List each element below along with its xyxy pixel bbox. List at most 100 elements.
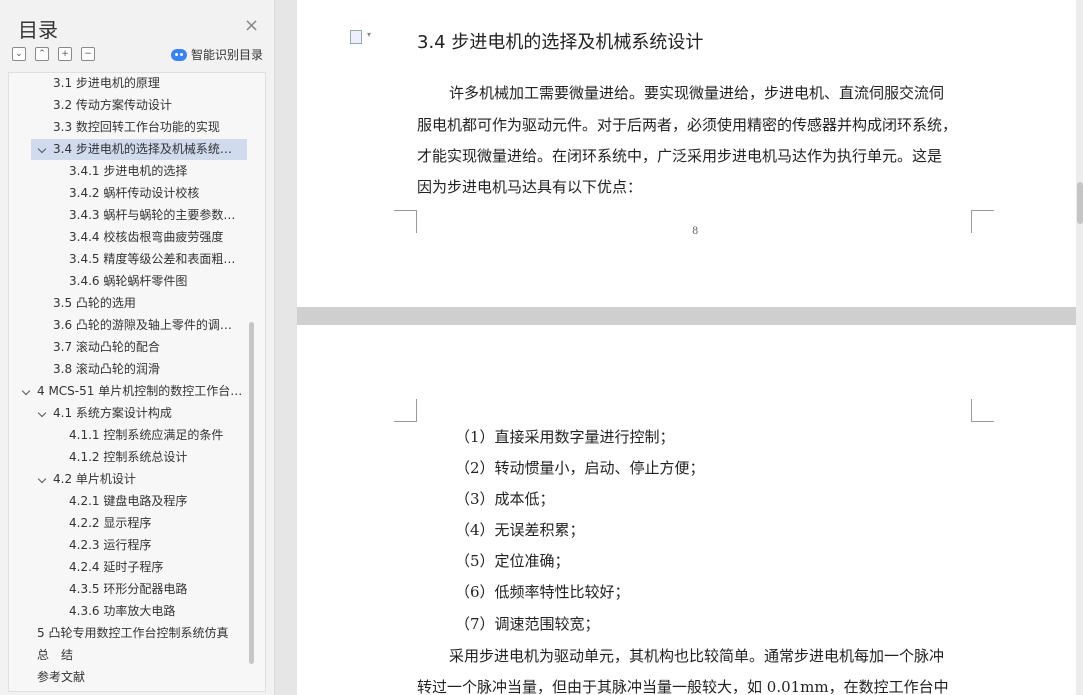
toc-item[interactable]: 总 结	[9, 645, 247, 666]
paragraph-line: 才能实现微量进给。在闭环系统中，广泛采用步进电机马达作为执行单元。这是	[417, 147, 943, 165]
page-number: 8	[692, 226, 699, 237]
paragraph-line: 因为步进电机马达具有以下优点：	[417, 178, 643, 196]
toc-item-label: 4.2 单片机设计	[53, 472, 136, 486]
toc-item[interactable]: 4.3.6 功率放大电路	[9, 601, 247, 622]
document-page: ▾ 3.4 步进电机的选择及机械系统设计 许多机械加工需要微量进给。要实现微量进…	[297, 0, 1076, 307]
toc-item-label: 4.3.6 功率放大电路	[69, 604, 176, 618]
toc-item[interactable]: 3.7 滚动凸轮的配合	[9, 337, 247, 358]
list-item: （6）低频率特性比较好；	[455, 583, 630, 601]
list-item: （5）定位准确；	[455, 552, 570, 570]
document-scrollbar[interactable]	[1076, 0, 1083, 695]
page-gap	[297, 307, 1076, 325]
toc-item-label: 3.3 数控回转工作台功能的实现	[53, 120, 220, 134]
toc-item-label: 3.2 传动方案传动设计	[53, 98, 172, 112]
toc-item-label: 4.2.2 显示程序	[69, 516, 152, 530]
toc-item-label: 3.4 步进电机的选择及机械系统设计	[53, 142, 243, 156]
toc-item[interactable]: 3.4.1 步进电机的选择	[9, 161, 247, 182]
expand-up-icon[interactable]: ⌃	[35, 47, 49, 61]
toc-item-label: 4 MCS-51 单片机控制的数控工作台设计	[37, 384, 243, 398]
toc-item[interactable]: 4.2 单片机设计	[9, 469, 247, 490]
toc-item[interactable]: 4.3.5 环形分配器电路	[9, 579, 247, 600]
chevron-down-icon[interactable]: ▾	[367, 30, 371, 39]
chevron-down-icon[interactable]	[21, 386, 31, 396]
toc-item[interactable]: 3.2 传动方案传动设计	[9, 95, 247, 116]
toc-item[interactable]: 3.6 凸轮的游隙及轴上零件的调配与安装	[9, 315, 247, 336]
toc-item[interactable]: 3.4.6 蜗轮蜗杆零件图	[9, 271, 247, 292]
toc-item[interactable]: 4.1.1 控制系统应满足的条件	[9, 425, 247, 446]
toc-item-label: 总 结	[37, 648, 74, 662]
document-page: （1）直接采用数字量进行控制； （2）转动惯量小，启动、停止方便； （3）成本低…	[297, 325, 1076, 695]
paragraph-line: 采用步进电机为驱动单元，其机构也比较简单。通常步进电机每加一个脉冲	[449, 647, 945, 665]
toc-item-label: 3.5 凸轮的选用	[53, 296, 136, 310]
smart-toc-button[interactable]: 智能识别目录	[171, 46, 263, 63]
remove-icon[interactable]: −	[81, 47, 95, 61]
toc-item-label: 3.4.6 蜗轮蜗杆零件图	[69, 274, 188, 288]
paragraph-line: 转过一个脉冲当量，但由于其脉冲当量一般较大，如 0.01mm，在数控工作台中	[417, 678, 949, 695]
list-item: （7）调速范围较宽；	[455, 615, 600, 633]
toc-item-label: 3.6 凸轮的游隙及轴上零件的调配与安装	[53, 318, 243, 332]
document-scrollbar-thumb[interactable]	[1077, 182, 1083, 224]
document-icon[interactable]	[350, 30, 362, 44]
toc-item[interactable]: 4.2.4 延时子程序	[9, 557, 247, 578]
toc-item-label: 3.4.3 蜗杆与蜗轮的主要参数与几何尺寸	[69, 208, 243, 222]
toc-item[interactable]: 4 MCS-51 单片机控制的数控工作台设计	[9, 381, 247, 402]
toc-item[interactable]: 3.4.2 蜗杆传动设计校核	[9, 183, 247, 204]
toc-item[interactable]: 4.2.3 运行程序	[9, 535, 247, 556]
toc-item-label: 3.4.4 校核齿根弯曲疲劳强度	[69, 230, 224, 244]
toc-item-label: 3.7 滚动凸轮的配合	[53, 340, 160, 354]
toc-item[interactable]: 4.1 系统方案设计构成	[9, 403, 247, 424]
section-heading: 3.4 步进电机的选择及机械系统设计	[417, 32, 704, 53]
toc-toolbar: ⌄ ⌃ + −	[12, 47, 95, 61]
toc-list[interactable]: 3.1 步进电机的原理 3.2 传动方案传动设计 3.3 数控回转工作台功能的实现 3…	[8, 72, 266, 692]
toc-item-label: 4.1.2 控制系统总设计	[69, 450, 188, 464]
toc-item[interactable]: 4.2.1 键盘电路及程序	[9, 491, 247, 512]
smart-toc-label: 智能识别目录	[191, 48, 264, 62]
toc-title: 目录	[18, 18, 58, 42]
chevron-down-icon[interactable]	[37, 144, 47, 154]
toc-item-label: 4.2.3 运行程序	[69, 538, 152, 552]
toc-item[interactable]: 3.4.5 精度等级公差和表面粗糙度的确定	[9, 249, 247, 270]
toc-item-label: 3.4.2 蜗杆传动设计校核	[69, 186, 200, 200]
paragraph-line: 许多机械加工需要微量进给。要实现微量进给，步进电机、直流伺服交流伺	[449, 84, 945, 102]
toc-item-label: 4.1.1 控制系统应满足的条件	[69, 428, 224, 442]
toc-item-label: 3.8 滚动凸轮的润滑	[53, 362, 160, 376]
document-area: ▾ 3.4 步进电机的选择及机械系统设计 许多机械加工需要微量进给。要实现微量进…	[276, 0, 1083, 695]
toc-item-label: 3.1 步进电机的原理	[53, 76, 160, 90]
toc-item[interactable]: 3.3 数控回转工作台功能的实现	[9, 117, 247, 138]
toc-panel: 目录 × ⌄ ⌃ + − 智能识别目录 3.1 步进电机的原理 3.2 传动方案传…	[0, 0, 275, 695]
toc-item-label: 参考文献	[37, 670, 86, 684]
toc-item[interactable]: 5 凸轮专用数控工作台控制系统仿真	[9, 623, 247, 644]
collapse-all-icon[interactable]: ⌄	[12, 47, 26, 61]
toc-item-label: 4.2.1 键盘电路及程序	[69, 494, 188, 508]
page-corner-mark	[394, 210, 417, 233]
toc-item[interactable]: 4.2.2 显示程序	[9, 513, 247, 534]
chevron-down-icon[interactable]	[37, 408, 47, 418]
toc-item[interactable]: 3.4.3 蜗杆与蜗轮的主要参数与几何尺寸	[9, 205, 247, 226]
toc-item-label: 3.4.1 步进电机的选择	[69, 164, 188, 178]
toc-item[interactable]: 3.5 凸轮的选用	[9, 293, 247, 314]
ai-robot-icon	[171, 48, 187, 61]
list-item: （1）直接采用数字量进行控制；	[455, 428, 675, 446]
toc-scrollbar[interactable]	[249, 322, 254, 664]
page-corner-mark	[394, 399, 417, 422]
toc-item[interactable]: 3.4.4 校核齿根弯曲疲劳强度	[9, 227, 247, 248]
toc-item-label: 5 凸轮专用数控工作台控制系统仿真	[37, 626, 229, 640]
page-corner-mark	[971, 399, 994, 422]
toc-item[interactable]: 4.1.2 控制系统总设计	[9, 447, 247, 468]
toc-item-label: 3.4.5 精度等级公差和表面粗糙度的确定	[69, 252, 243, 266]
toc-item[interactable]: 3.1 步进电机的原理	[9, 73, 247, 94]
toc-item-label: 4.3.5 环形分配器电路	[69, 582, 188, 596]
page-corner-mark	[971, 210, 994, 233]
toc-item[interactable]: 参考文献	[9, 667, 247, 688]
toc-item[interactable]: 3.4 步进电机的选择及机械系统设计	[31, 139, 247, 160]
list-item: （3）成本低；	[455, 490, 555, 508]
add-icon[interactable]: +	[58, 47, 72, 61]
list-item: （2）转动惯量小，启动、停止方便；	[455, 459, 705, 477]
toc-item-label: 4.2.4 延时子程序	[69, 560, 164, 574]
close-icon[interactable]: ×	[244, 16, 259, 36]
list-item: （4）无误差积累；	[455, 521, 585, 539]
toc-item-label: 4.1 系统方案设计构成	[53, 406, 172, 420]
paragraph-line: 服电机都可作为驱动元件。对于后两者，必须使用精密的传感器并构成闭环系统，	[417, 116, 958, 134]
toc-item[interactable]: 3.8 滚动凸轮的润滑	[9, 359, 247, 380]
chevron-down-icon[interactable]	[37, 474, 47, 484]
